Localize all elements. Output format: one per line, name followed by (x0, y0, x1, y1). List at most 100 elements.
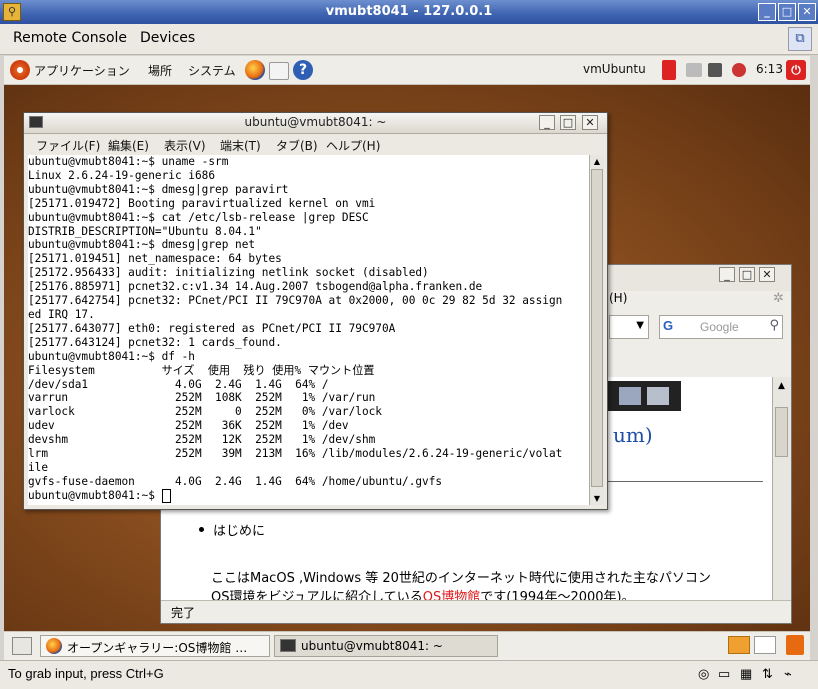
workspace-2[interactable] (754, 636, 776, 654)
shutdown-icon[interactable]: ⏻ (786, 60, 806, 80)
hdd-icon[interactable]: ▦ (740, 666, 752, 682)
trash-icon[interactable] (786, 635, 804, 655)
taskbar-item-label: オープンギャラリー:OS博物館 … (67, 641, 248, 655)
taskbar-item-label: ubuntu@vmubt8041: ~ (301, 639, 443, 653)
help-icon[interactable]: ? (293, 60, 313, 80)
terminal-line: ubuntu@vmubt8041:~$ dmesg|grep paravirt (28, 182, 289, 196)
terminal-cursor (161, 488, 171, 503)
terminal-line: ubuntu@vmubt8041:~$ cat /etc/lsb-release… (28, 210, 369, 224)
panel-host-label: vmUbuntu (583, 62, 646, 76)
firefox-icon (46, 638, 62, 654)
clipboard-icon[interactable] (686, 63, 702, 77)
terminal-menu-terminal[interactable]: 端末(T) (220, 137, 261, 154)
scroll-down-arrow-icon[interactable]: ▼ (591, 494, 603, 503)
terminal-scroll-thumb[interactable] (591, 169, 603, 487)
terminal-line: Filesystem サイズ 使用 残り 使用% マウント位置 (28, 363, 375, 377)
floppy-icon[interactable]: ▭ (718, 666, 730, 682)
terminal-window: ubuntu@vmubt8041: ~ _ □ ✕ ファイル(F) 編集(E) … (23, 112, 608, 510)
ubuntu-logo-icon[interactable] (10, 60, 30, 80)
window-title: vmubt8041 - 127.0.0.1 (325, 4, 493, 19)
menu-remote-console[interactable]: Remote Console (13, 30, 127, 46)
terminal-line: ubuntu@vmubt8041:~$ uname -srm (28, 155, 229, 168)
mail-icon[interactable] (269, 62, 289, 80)
terminal-line: Linux 2.6.24-19-generic i686 (28, 168, 216, 182)
throbber-icon: ✲ (773, 291, 784, 306)
panel-clock[interactable]: 6:13 (756, 62, 783, 76)
terminal-minimize-button[interactable]: _ (539, 115, 555, 130)
browser-maximize-button[interactable]: □ (739, 267, 755, 282)
window-title-bar: ⚲ vmubt8041 - 127.0.0.1 _ □ ✕ (0, 0, 818, 24)
terminal-line: [25177.643124] pcnet32: 1 cards_found. (28, 335, 282, 349)
terminal-scrollbar[interactable]: ▲ ▼ (589, 155, 604, 505)
terminal-line: [25171.019451] net_namespace: 64 bytes (28, 252, 282, 266)
terminal-line: [25171.019472] Booting paravirtualized k… (28, 196, 376, 210)
terminal-line: /dev/sda1 4.0G 2.4G 1.4G 64% / (28, 377, 329, 391)
scroll-up-arrow-icon[interactable]: ▲ (591, 157, 603, 166)
terminal-line: lrm 252M 39M 213M 16% /lib/modules/2.6.2… (28, 447, 563, 461)
browser-minimize-button[interactable]: _ (719, 267, 735, 282)
maximize-button[interactable]: □ (778, 3, 796, 21)
scroll-thumb[interactable] (775, 407, 788, 457)
workspace-1[interactable] (728, 636, 750, 654)
panel-menu-applications[interactable]: アプリケーション (34, 62, 130, 79)
terminal-menu-view[interactable]: 表示(V) (164, 137, 206, 154)
volume-icon[interactable] (732, 63, 746, 77)
status-text: 完了 (171, 606, 196, 620)
show-desktop-icon[interactable] (12, 637, 32, 655)
terminal-line: DISTRIB_DESCRIPTION="Ubuntu 8.04.1" (28, 224, 262, 238)
chevron-down-icon: ▼ (636, 320, 644, 331)
terminal-icon (280, 639, 296, 652)
menubar: Remote Console Devices ⧉ (0, 24, 818, 55)
terminal-line: [25177.643077] eth0: registered as PCnet… (28, 321, 396, 335)
vm-status-bar: To grab input, press Ctrl+G ◎ ▭ ▦ ⇅ ⌁ (0, 660, 818, 689)
terminal-output: ubuntu@vmubt8041:~$ uname -srm Linux 2.6.… (28, 155, 591, 489)
network-adapter-icon[interactable]: ⇅ (762, 666, 773, 682)
panel-menu-places[interactable]: 場所 (148, 62, 172, 79)
firefox-icon[interactable] (245, 60, 265, 80)
terminal-menu-edit[interactable]: 編集(E) (108, 137, 149, 154)
terminal-line: ile (28, 460, 49, 474)
terminal-menu-help[interactable]: ヘルプ(H) (326, 137, 380, 154)
terminal-line: [25172.956433] audit: initializing netli… (28, 266, 429, 280)
update-notifier-icon[interactable] (662, 60, 676, 80)
bullet (199, 527, 204, 532)
terminal-close-button[interactable]: ✕ (582, 115, 598, 130)
browser-scrollbar[interactable]: ▲ (772, 377, 791, 601)
browser-menu-help[interactable]: (H) (609, 291, 627, 305)
terminal-menu-file[interactable]: ファイル(F) (36, 137, 100, 154)
terminal-menu-tabs[interactable]: タブ(B) (276, 137, 318, 154)
gnome-top-panel: アプリケーション 場所 システム ? vmUbuntu 6:13 ⏻ (4, 56, 810, 85)
terminal-line: ubuntu@vmubt8041:~$ df -h (28, 349, 195, 363)
intro-line-1: ここはMacOS ,Windows 等 20世紀のインターネット時代に使用された… (211, 571, 711, 586)
gnome-bottom-panel: オープンギャラリー:OS博物館 … ubuntu@vmubt8041: ~ (4, 631, 810, 660)
network-icon[interactable] (708, 63, 722, 77)
taskbar-item-browser[interactable]: オープンギャラリー:OS博物館 … (40, 635, 270, 657)
terminal-line: devshm 252M 12K 252M 1% /dev/shm (28, 433, 376, 447)
search-placeholder: Google (700, 320, 739, 334)
google-icon[interactable]: G (663, 318, 673, 333)
terminal-line: udev 252M 36K 252M 1% /dev (28, 419, 349, 433)
terminal-maximize-button[interactable]: □ (560, 115, 576, 130)
usb-icon[interactable]: ⌁ (784, 666, 792, 682)
section-title: はじめに (213, 524, 266, 539)
search-icon[interactable]: ⚲ (769, 318, 779, 333)
divider (593, 481, 763, 482)
terminal-line: varlock 252M 0 252M 0% /var/lock (28, 405, 382, 419)
scroll-up-arrow-icon[interactable]: ▲ (775, 381, 788, 393)
minimize-button[interactable]: _ (758, 3, 776, 21)
search-field[interactable]: G Google ⚲ (659, 315, 783, 339)
terminal-title-bar[interactable]: ubuntu@vmubt8041: ~ _ □ ✕ (24, 113, 607, 134)
terminal-prompt-line[interactable]: ubuntu@vmubt8041:~$ (28, 488, 591, 503)
panel-menu-system[interactable]: システム (188, 62, 236, 79)
taskbar-item-terminal[interactable]: ubuntu@vmubt8041: ~ (274, 635, 498, 657)
menu-devices[interactable]: Devices (140, 30, 195, 46)
url-dropdown[interactable]: ▼ (609, 315, 649, 339)
cdrom-icon[interactable]: ◎ (698, 666, 709, 682)
film-strip-banner (607, 381, 681, 411)
terminal-line: varrun 252M 108K 252M 1% /var/run (28, 391, 376, 405)
terminal-menubar: ファイル(F) 編集(E) 表示(V) 端末(T) タブ(B) ヘルプ(H) (24, 134, 607, 156)
terminal-screen[interactable]: ubuntu@vmubt8041:~$ uname -srm Linux 2.6.… (28, 155, 591, 505)
fullscreen-icon[interactable]: ⧉ (788, 27, 812, 51)
browser-close-button[interactable]: ✕ (759, 267, 775, 282)
close-button[interactable]: ✕ (798, 3, 816, 21)
